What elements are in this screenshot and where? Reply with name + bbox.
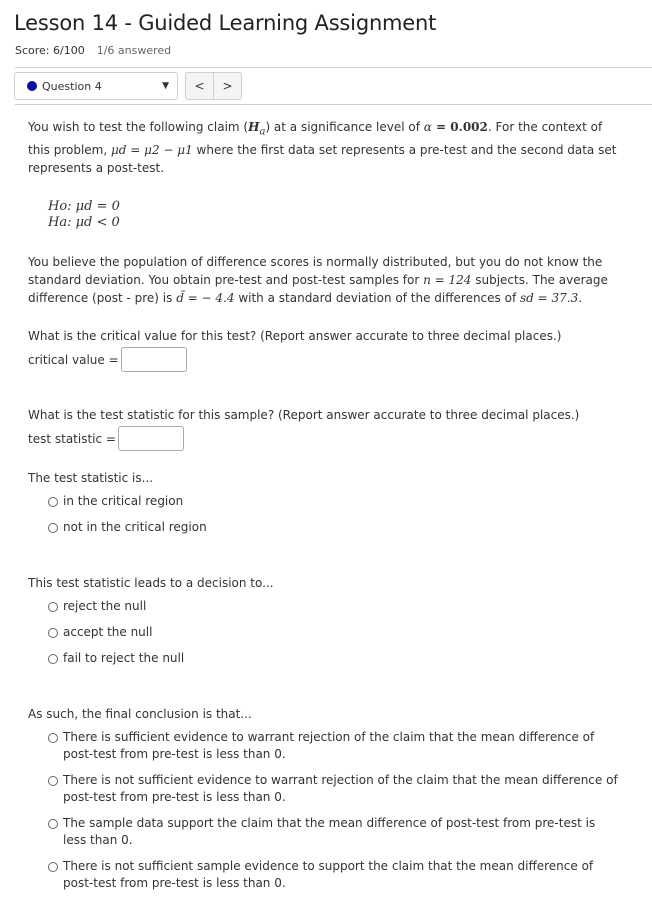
radio-conclusion-4[interactable]: There is not sufficient sample evidence …: [48, 858, 618, 892]
critical-value-question: What is the critical value for this test…: [28, 327, 618, 373]
page-title: Lesson 14 - Guided Learning Assignment: [14, 11, 437, 35]
alternative-hypothesis: Ha: μd < 0: [48, 215, 120, 231]
score-text: Score: 6/100: [15, 44, 85, 57]
previous-question-button[interactable]: <: [186, 73, 213, 99]
alpha-value: 0.002: [450, 120, 488, 134]
radio-label: The sample data support the claim that t…: [63, 816, 596, 848]
radio-circle-icon[interactable]: [48, 602, 58, 613]
critical-value-prompt: What is the critical value for this test…: [28, 329, 562, 344]
radio-fail-to-reject-null[interactable]: fail to reject the null: [48, 650, 618, 667]
problem-setup: You believe the population of difference…: [28, 253, 618, 307]
question-nav: < >: [185, 72, 242, 100]
decision-prompt: This test statistic leads to a decision …: [28, 576, 274, 591]
radio-label: fail to reject the null: [63, 651, 185, 666]
test-statistic-input[interactable]: [117, 426, 184, 452]
sd-difference: sd = 37.3: [519, 291, 579, 306]
null-hypothesis: Ho: μd = 0: [48, 199, 120, 215]
radio-label: There is sufficient evidence to warrant …: [63, 730, 595, 762]
setup-text: with a standard deviation of the differe…: [234, 291, 520, 306]
next-question-button[interactable]: >: [213, 73, 241, 99]
mean-difference: d̄ = − 4.4: [176, 291, 235, 306]
radio-circle-icon[interactable]: [48, 733, 58, 744]
critical-value-input[interactable]: [120, 347, 187, 373]
claim-symbol: Ha: [248, 120, 266, 138]
test-statistic-prompt: What is the test statistic for this samp…: [28, 408, 580, 423]
divider: [15, 104, 652, 105]
setup-text: .: [578, 291, 583, 306]
radio-circle-icon[interactable]: [48, 862, 58, 873]
question-content: You wish to test the following claim (Ha…: [28, 118, 618, 901]
radio-circle-icon[interactable]: [48, 523, 58, 534]
region-question: The test statistic is... in the critical…: [28, 469, 618, 536]
critical-value-label: critical value =: [28, 352, 119, 367]
radio-accept-null[interactable]: accept the null: [48, 624, 618, 641]
mu-d-definition: μd = μ2 − μ1: [111, 143, 193, 158]
radio-not-in-critical-region[interactable]: not in the critical region: [48, 519, 618, 536]
radio-label: reject the null: [63, 599, 147, 614]
radio-circle-icon[interactable]: [48, 654, 58, 665]
radio-reject-null[interactable]: reject the null: [48, 598, 618, 615]
radio-label: There is not sufficient evidence to warr…: [63, 773, 618, 805]
sample-size: n = 124: [423, 273, 472, 288]
intro-text: ) at a significance level of: [265, 120, 424, 134]
radio-label: accept the null: [63, 625, 153, 640]
radio-circle-icon[interactable]: [48, 819, 58, 830]
divider: [15, 67, 652, 68]
test-statistic-question: What is the test statistic for this samp…: [28, 406, 618, 452]
radio-circle-icon[interactable]: [48, 628, 58, 639]
status-dot-icon: [27, 81, 37, 91]
score-line: Score: 6/100 1/6 answered: [15, 44, 171, 57]
question-select[interactable]: Question 4 ▼: [14, 72, 178, 100]
answered-count: 1/6 answered: [96, 44, 172, 57]
radio-label: There is not sufficient sample evidence …: [63, 859, 594, 891]
radio-circle-icon[interactable]: [48, 776, 58, 787]
region-prompt: The test statistic is...: [28, 471, 154, 486]
question-select-label: Question 4: [42, 79, 102, 93]
radio-conclusion-3[interactable]: The sample data support the claim that t…: [48, 815, 618, 849]
hypotheses: Ho: μd = 0 Ha: μd < 0: [48, 199, 618, 231]
conclusion-prompt: As such, the final conclusion is that...: [28, 707, 252, 722]
radio-label: not in the critical region: [63, 520, 207, 535]
radio-conclusion-1[interactable]: There is sufficient evidence to warrant …: [48, 729, 618, 763]
test-statistic-label: test statistic =: [28, 431, 116, 446]
problem-intro: You wish to test the following claim (Ha…: [28, 120, 617, 176]
radio-in-critical-region[interactable]: in the critical region: [48, 493, 618, 510]
radio-label: in the critical region: [63, 494, 184, 509]
conclusion-question: As such, the final conclusion is that...…: [28, 705, 618, 892]
decision-question: This test statistic leads to a decision …: [28, 574, 618, 667]
radio-circle-icon[interactable]: [48, 497, 58, 508]
radio-conclusion-2[interactable]: There is not sufficient evidence to warr…: [48, 772, 618, 806]
caret-down-icon: ▼: [162, 81, 169, 91]
intro-text: You wish to test the following claim (: [28, 120, 249, 134]
alpha-symbol: α: [423, 120, 432, 134]
